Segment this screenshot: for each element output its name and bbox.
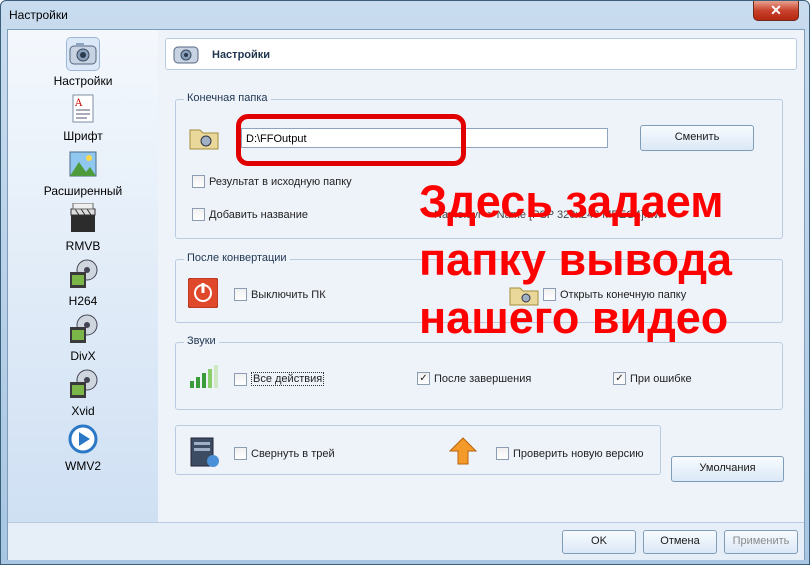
camera-settings-icon [66, 37, 100, 71]
page-title: Настройки [212, 49, 271, 61]
defaults-button[interactable]: Умолчания [671, 456, 784, 482]
settings-window: Настройки ✕ Настройки A Шрифт Расширенны… [0, 0, 810, 565]
folder-icon [189, 126, 219, 150]
checkbox-label: После завершения [434, 372, 532, 385]
sidebar-item-label: DivX [70, 349, 96, 363]
sidebar-item-label: Расширенный [43, 184, 123, 198]
checkbox-label: Добавить название [209, 208, 308, 221]
annotation-highlight-box [236, 114, 466, 166]
film-reel-icon [67, 258, 99, 290]
checkbox-label: Свернуть в трей [251, 447, 335, 460]
power-icon [187, 277, 219, 309]
checkbox-box-checked[interactable]: ✓ [417, 372, 430, 385]
sidebar-item-advanced[interactable]: Расширенный [8, 148, 158, 203]
update-arrow-icon [448, 436, 478, 466]
group-legend: Звуки [184, 335, 219, 347]
checkbox-label: При ошибке [630, 372, 692, 385]
sidebar-item-settings[interactable]: Настройки [8, 37, 158, 93]
sidebar-item-wmv2[interactable]: WMV2 [8, 423, 158, 478]
sidebar: Настройки A Шрифт Расширенный RMVB H264 … [8, 30, 158, 522]
group-legend: После конвертации [184, 252, 290, 264]
title-bar[interactable]: Настройки ✕ [1, 1, 809, 29]
svg-text:A: A [74, 98, 83, 109]
page-header: Настройки [165, 38, 797, 70]
sidebar-item-divx[interactable]: DivX [8, 313, 158, 368]
rmvb-clapper-icon [67, 202, 99, 235]
sidebar-item-label: RMVB [65, 239, 101, 253]
misc-group: Свернуть в трей Проверить новую версию [175, 425, 661, 475]
annotation-line: папку вывода [419, 234, 733, 285]
checkbox-label: Выключить ПК [251, 288, 326, 301]
cancel-button[interactable]: Отмена [643, 530, 717, 554]
film-reel-icon [67, 368, 99, 400]
after-finish-checkbox[interactable]: ✓ После завершения [417, 372, 531, 385]
checkbox-label: Все действия [251, 372, 325, 386]
sidebar-item-xvid[interactable]: Xvid [8, 368, 158, 423]
annotation-text: Здесь задаем папку вывода нашего видео [419, 173, 769, 347]
sidebar-item-font[interactable]: A Шрифт [8, 93, 158, 148]
checkbox-label: Проверить новую версию [513, 447, 644, 460]
checkbox-box[interactable] [496, 447, 509, 460]
annotation-line: нашего видео [419, 292, 729, 343]
sidebar-item-label: H264 [68, 294, 98, 308]
checkbox-label: Результат в исходную папку [209, 175, 352, 188]
sidebar-item-h264[interactable]: H264 [8, 258, 158, 313]
add-name-checkbox[interactable]: Добавить название [192, 208, 308, 221]
group-legend: Конечная папка [184, 92, 271, 104]
sidebar-item-label: WMV2 [65, 459, 101, 473]
signal-bars-icon [189, 363, 221, 389]
film-reel-icon [67, 313, 99, 345]
sidebar-item-rmvb[interactable]: RMVB [8, 202, 158, 258]
annotation-line: Здесь задаем [419, 176, 724, 227]
checkbox-box[interactable] [234, 288, 247, 301]
checkbox-box[interactable] [234, 447, 247, 460]
change-folder-button[interactable]: Сменить [640, 125, 754, 151]
sidebar-item-label: Xvid [71, 404, 95, 418]
dialog-footer: OK Отмена Применить [8, 522, 804, 560]
result-to-source-checkbox[interactable]: Результат в исходную папку [192, 175, 352, 188]
shutdown-checkbox[interactable]: Выключить ПК [234, 288, 326, 301]
sidebar-item-label: Шрифт [63, 129, 103, 143]
checkbox-box[interactable] [192, 175, 205, 188]
checkbox-box-checked[interactable]: ✓ [613, 372, 626, 385]
apply-button[interactable]: Применить [724, 530, 798, 554]
window-title: Настройки [9, 8, 68, 22]
checkbox-box[interactable] [192, 208, 205, 221]
on-error-checkbox[interactable]: ✓ При ошибке [613, 372, 692, 385]
font-document-icon: A [67, 93, 99, 125]
minimize-tray-checkbox[interactable]: Свернуть в трей [234, 447, 335, 460]
sidebar-item-label: Настройки [53, 74, 113, 88]
landscape-image-icon [67, 148, 99, 180]
checkbox-box[interactable] [234, 372, 247, 386]
ok-button[interactable]: OK [562, 530, 636, 554]
all-actions-checkbox[interactable]: Все действия [234, 372, 325, 386]
close-button[interactable]: ✕ [753, 1, 799, 21]
sounds-group: Звуки Все действия ✓ После завершения ✓ … [175, 335, 783, 410]
check-update-checkbox[interactable]: Проверить новую версию [496, 447, 644, 460]
media-play-icon [67, 423, 99, 455]
camera-settings-icon [172, 41, 200, 67]
tray-window-icon [189, 436, 221, 468]
